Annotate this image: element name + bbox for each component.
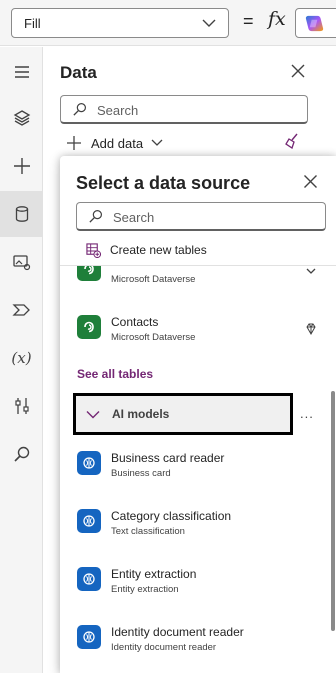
formula-bar: Fill = fx xyxy=(0,0,336,46)
close-icon[interactable] xyxy=(290,63,306,79)
dataverse-icon xyxy=(77,315,101,339)
chevron-down-icon[interactable] xyxy=(304,266,318,278)
rail-media[interactable] xyxy=(0,239,43,285)
chevron-down-icon xyxy=(86,411,100,419)
list-item-contacts[interactable]: Contacts Microsoft Dataverse xyxy=(60,310,336,360)
rail-data[interactable] xyxy=(0,191,43,237)
list-item-name: Identity document reader xyxy=(111,625,244,639)
more-options-icon[interactable]: ... xyxy=(300,406,314,421)
create-new-tables-button[interactable]: Create new tables xyxy=(86,241,207,259)
search-placeholder: Search xyxy=(113,210,155,225)
list-item-subtitle: Entity extraction xyxy=(111,584,179,595)
rail-insert[interactable] xyxy=(0,143,43,189)
list-item-name: Entity extraction xyxy=(111,567,197,581)
rail-search[interactable] xyxy=(0,431,43,477)
plus-icon xyxy=(13,158,30,174)
ai-model-icon xyxy=(77,509,101,533)
data-search-input[interactable]: Search xyxy=(60,95,308,124)
chevron-down-icon xyxy=(202,19,216,27)
select-data-source-flyout: Select a data source Search Create new t… xyxy=(60,156,336,673)
dataverse-icon xyxy=(77,266,101,281)
list-item-subtitle: Business card xyxy=(111,468,171,479)
layers-icon xyxy=(13,110,30,126)
ai-model-icon xyxy=(77,451,101,475)
property-value: Fill xyxy=(24,16,41,31)
add-data-button[interactable]: Add data xyxy=(66,133,163,153)
search-icon xyxy=(73,102,87,116)
see-all-tables-link[interactable]: See all tables xyxy=(77,367,153,381)
close-icon[interactable] xyxy=(303,174,318,189)
broom-icon[interactable] xyxy=(284,133,300,149)
plus-icon xyxy=(67,136,81,150)
table-add-icon xyxy=(86,242,101,258)
ai-models-label: AI models xyxy=(112,407,170,421)
data-panel-title: Data xyxy=(60,63,97,82)
search-icon xyxy=(13,446,29,462)
flyout-title: Select a data source xyxy=(76,173,251,193)
rail-power-automate[interactable] xyxy=(0,287,43,333)
list-item-subtitle: Microsoft Dataverse xyxy=(111,274,196,285)
equals-sign: = xyxy=(243,11,254,31)
list-item-name: Category classification xyxy=(111,509,232,523)
scrollbar-thumb[interactable] xyxy=(331,391,335,631)
list-item-name: Contacts xyxy=(111,315,159,329)
list-item-subtitle: Identity document reader xyxy=(111,642,217,653)
fx-icon[interactable]: fx xyxy=(268,8,286,30)
list-item-business-card-reader[interactable]: Business card reader Business card xyxy=(60,446,336,496)
rail-tree-view[interactable] xyxy=(0,95,43,141)
rail-variables[interactable]: (x) xyxy=(0,335,43,381)
list-item-dataverse-table[interactable]: Microsoft Dataverse xyxy=(60,266,336,302)
chevron-down-icon xyxy=(151,139,163,146)
search-placeholder: Search xyxy=(97,103,139,118)
media-icon xyxy=(12,255,30,271)
list-item-identity-document-reader[interactable]: Identity document reader Identity docume… xyxy=(60,620,336,670)
add-data-label: Add data xyxy=(91,135,144,151)
ai-model-icon xyxy=(77,625,101,649)
database-icon xyxy=(15,206,28,222)
left-rail: (x) xyxy=(0,47,43,673)
rail-tools[interactable] xyxy=(0,383,43,429)
flyout-search-input[interactable]: Search xyxy=(76,202,326,231)
copilot-icon xyxy=(305,15,324,32)
rail-menu[interactable] xyxy=(0,49,43,95)
ai-model-icon xyxy=(77,567,101,591)
list-item-subtitle: Microsoft Dataverse xyxy=(111,332,196,343)
data-source-list: Microsoft Dataverse Contacts Microsoft D… xyxy=(60,266,336,673)
search-icon xyxy=(89,209,103,223)
list-item-name: Business card reader xyxy=(111,451,225,465)
ai-models-section-header[interactable]: AI models xyxy=(73,393,293,435)
tools-icon xyxy=(14,398,29,414)
variables-icon: (x) xyxy=(11,349,32,367)
list-item-entity-extraction[interactable]: Entity extraction Entity extraction xyxy=(60,562,336,612)
list-item-category-classification[interactable]: Category classification Text classificat… xyxy=(60,504,336,554)
list-item-subtitle: Text classification xyxy=(111,526,185,537)
hamburger-icon xyxy=(14,66,29,78)
property-dropdown[interactable]: Fill xyxy=(11,8,229,38)
power-automate-icon xyxy=(11,304,30,316)
premium-diamond-icon xyxy=(306,323,316,336)
copilot-button[interactable] xyxy=(295,8,336,38)
create-new-tables-label: Create new tables xyxy=(110,243,207,257)
